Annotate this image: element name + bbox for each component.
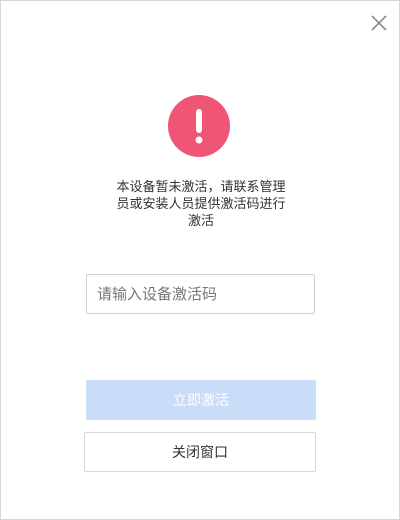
activation-code-input[interactable]	[86, 274, 315, 314]
activate-now-button[interactable]: 立即激活	[86, 380, 316, 420]
not-activated-message: 本设备暂未激活，请联系管理 员或安装人员提供激活码进行 激活	[101, 179, 301, 230]
close-window-button[interactable]: 关闭窗口	[84, 432, 316, 472]
exclamation-icon	[195, 109, 203, 144]
activation-dialog: 本设备暂未激活，请联系管理 员或安装人员提供激活码进行 激活 立即激活 关闭窗口	[0, 0, 400, 520]
message-line: 本设备暂未激活，请联系管理	[116, 180, 286, 195]
close-icon[interactable]	[367, 11, 391, 35]
message-line: 激活	[187, 214, 214, 229]
message-line: 员或安装人员提供激活码进行	[116, 197, 286, 212]
alert-icon	[168, 95, 230, 157]
